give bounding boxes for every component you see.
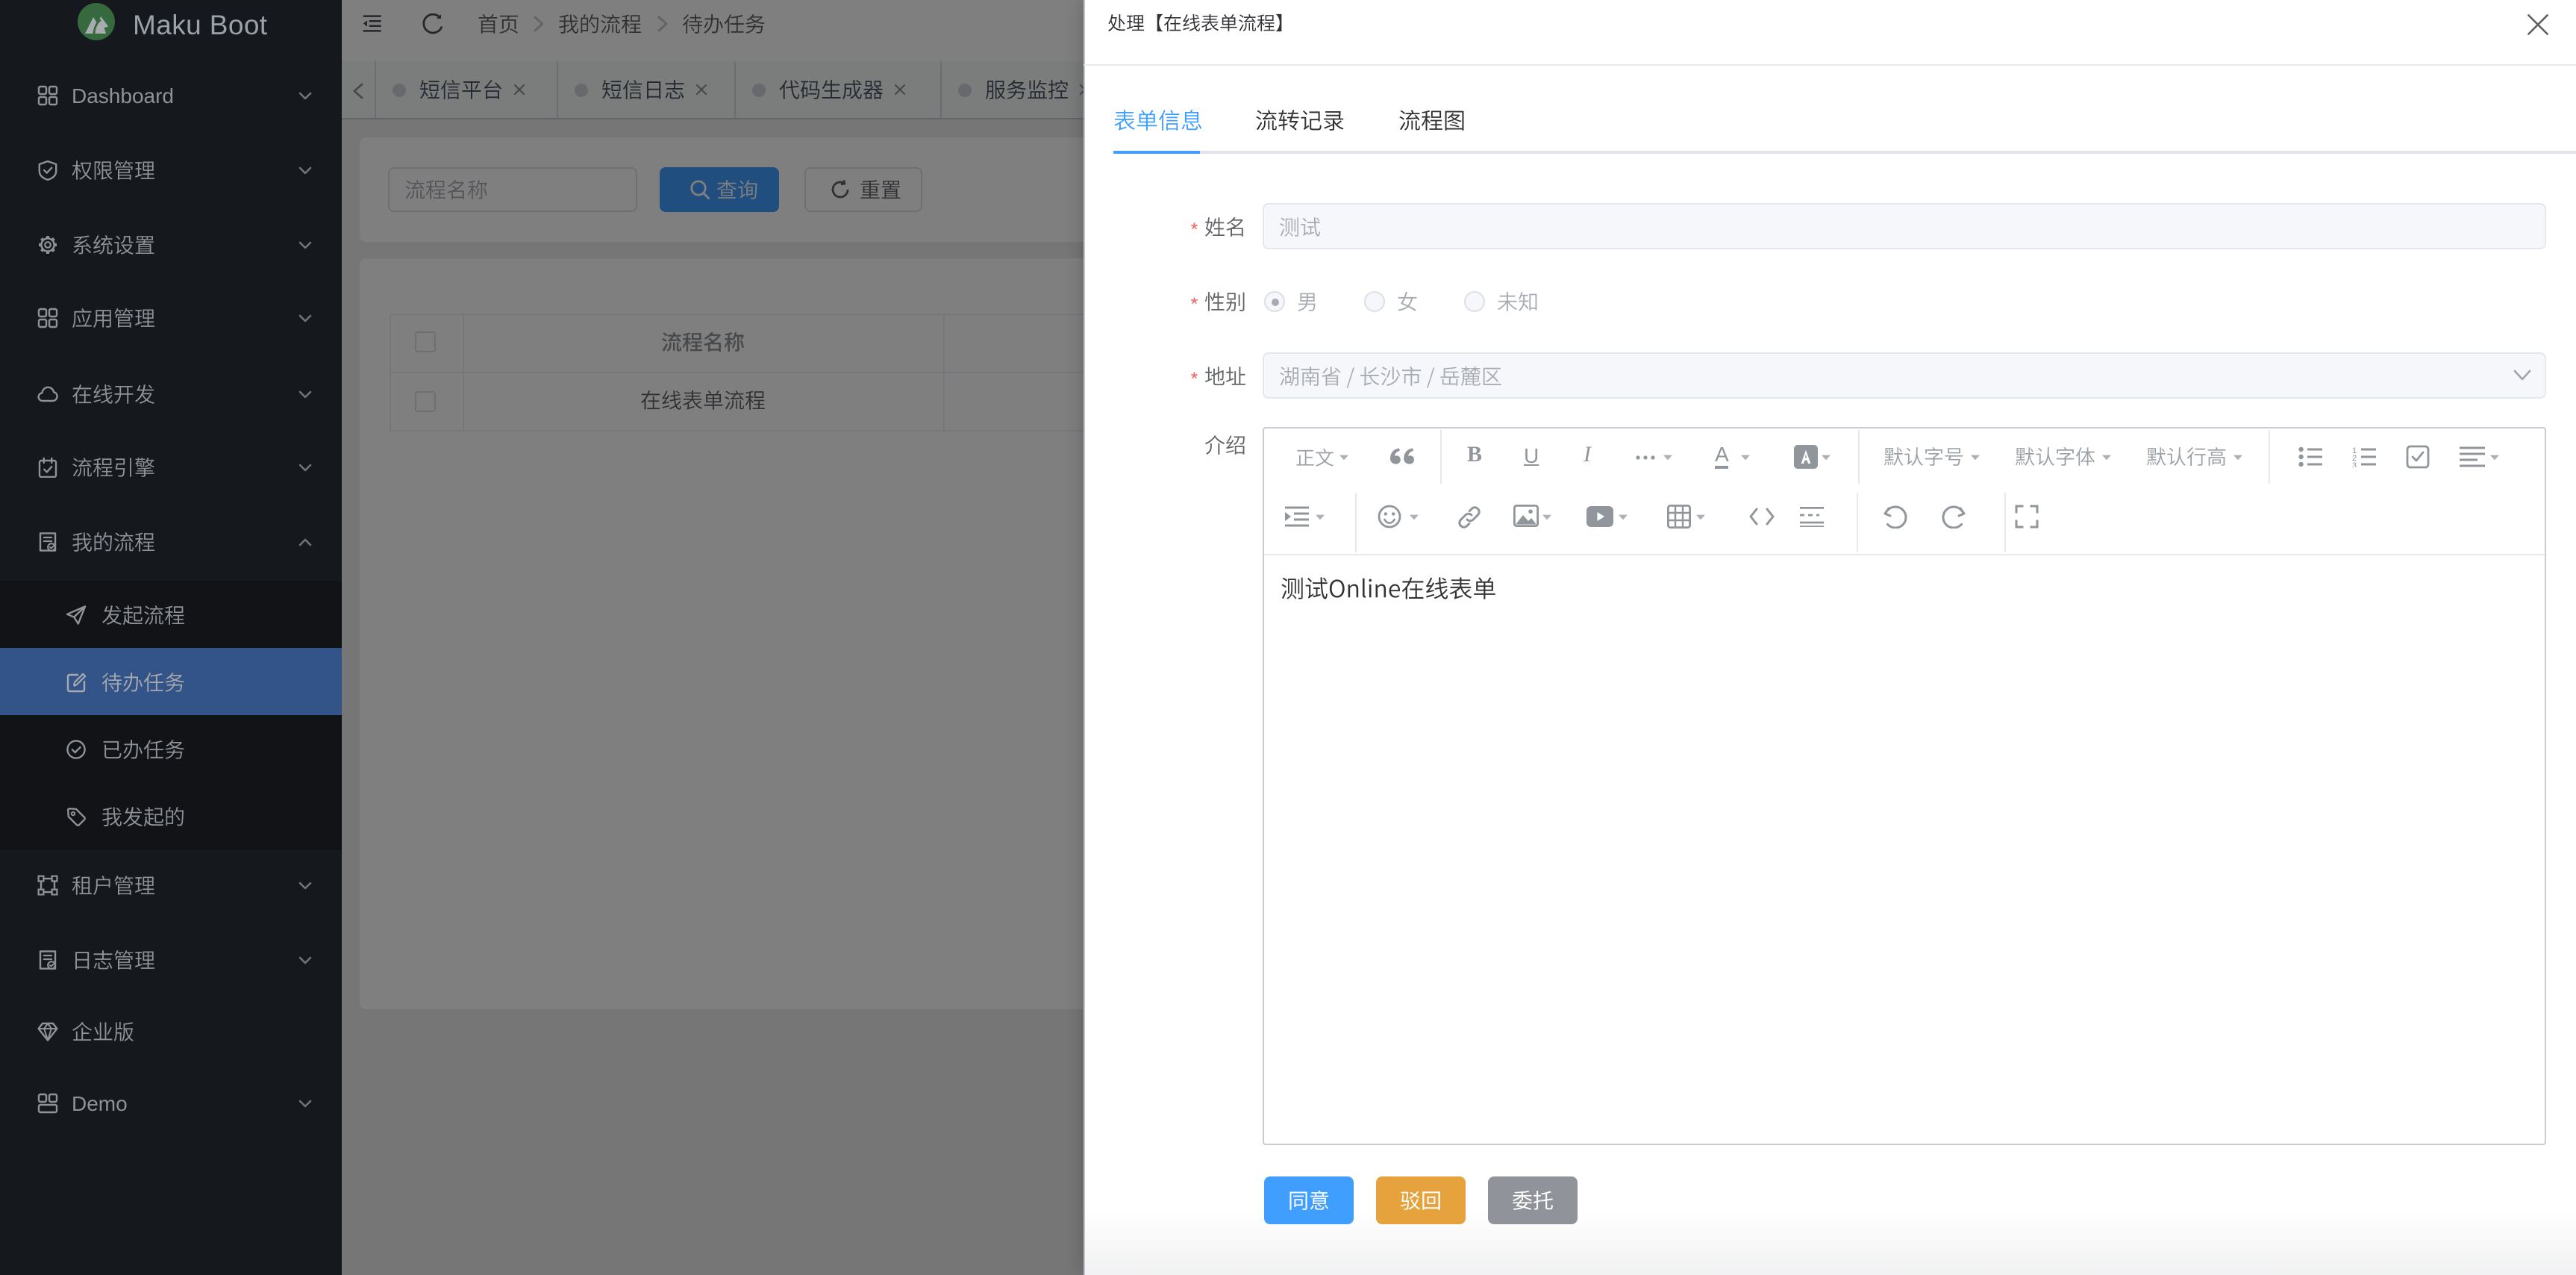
svg-text:3: 3 (2352, 461, 2357, 467)
